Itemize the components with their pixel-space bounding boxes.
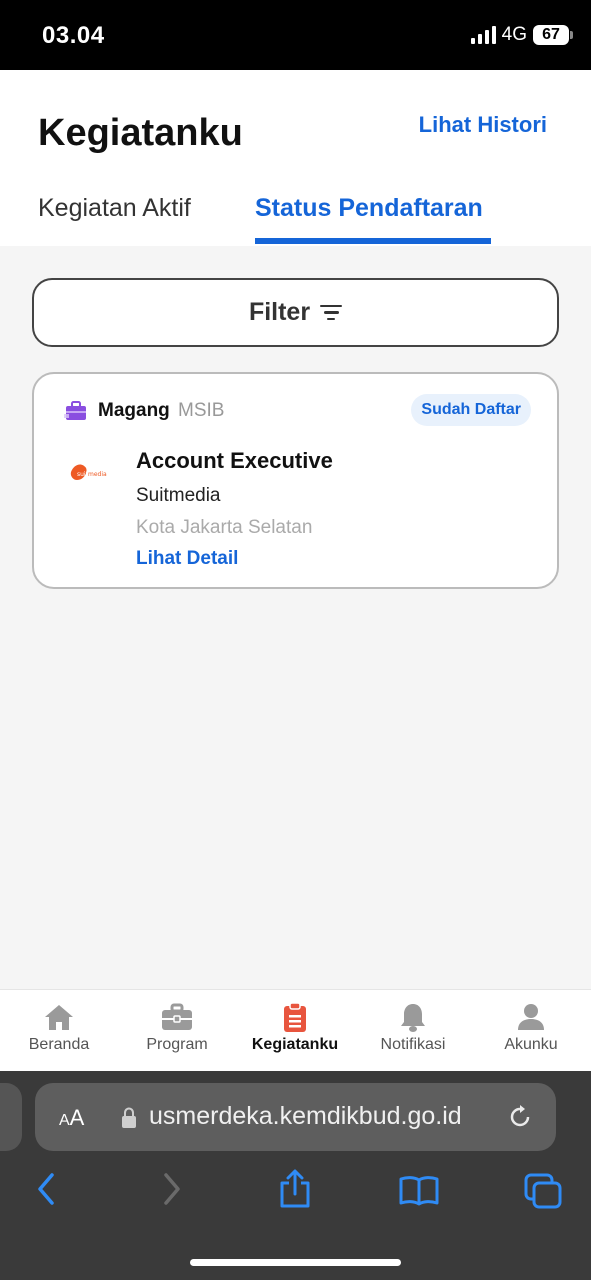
home-icon: [45, 1005, 73, 1030]
reload-icon[interactable]: [506, 1103, 534, 1131]
history-link[interactable]: Lihat Histori: [419, 112, 547, 138]
tab-status-pendaftaran[interactable]: Status Pendaftaran: [255, 194, 483, 223]
svg-text:suit: suit: [77, 471, 89, 478]
clipboard-icon: [284, 1002, 306, 1032]
network-type: 4G: [501, 24, 527, 45]
share-icon[interactable]: [277, 1169, 313, 1209]
url-text: usmerdeka.kemdikbud.go.id: [149, 1102, 462, 1130]
filter-label: Filter: [248, 298, 311, 326]
lock-icon: [122, 1107, 136, 1128]
address-bar[interactable]: AA usmerdeka.kemdikbud.go.id: [35, 1083, 556, 1151]
battery-level: 67: [542, 26, 560, 43]
company-name: Suitmedia: [136, 485, 221, 506]
nav-label: Program: [146, 1036, 208, 1053]
company-logo: suit media: [70, 464, 107, 480]
category-program: MSIB: [178, 400, 225, 421]
briefcase-icon: [64, 401, 86, 420]
bookmarks-icon[interactable]: [399, 1175, 439, 1207]
page-title: Kegiatanku: [38, 112, 243, 154]
nav-item-kegiatanku[interactable]: Kegiatanku: [236, 990, 354, 1072]
nav-label: Notifikasi: [380, 1036, 446, 1053]
nav-item-program[interactable]: Program: [118, 990, 236, 1072]
tabs-icon[interactable]: [524, 1173, 562, 1209]
text-size-button[interactable]: AA: [59, 1105, 84, 1131]
status-badge: Sudah Daftar: [411, 394, 531, 426]
back-icon[interactable]: [34, 1171, 58, 1207]
page-header: Kegiatanku Lihat Histori Kegiatan Aktif …: [0, 70, 591, 246]
nav-item-notifikasi[interactable]: Notifikasi: [354, 990, 472, 1072]
nav-item-beranda[interactable]: Beranda: [0, 990, 118, 1072]
active-tab-indicator: [255, 238, 491, 244]
status-bar: 03.04 4G 67: [0, 0, 591, 70]
filter-lines-icon: [320, 304, 343, 321]
signal-icon: [470, 26, 496, 44]
battery-icon: 67: [533, 25, 573, 45]
tab-kegiatan-aktif[interactable]: Kegiatan Aktif: [38, 194, 191, 223]
forward-icon[interactable]: [160, 1171, 184, 1207]
filter-button[interactable]: Filter: [32, 278, 559, 347]
bell-icon: [401, 1004, 425, 1032]
bottom-navigation: Beranda Program Kegiatanku Notifikasi Ak…: [0, 989, 591, 1071]
job-title: Account Executive: [136, 448, 333, 473]
nav-label: Akunku: [504, 1036, 558, 1053]
briefcase-icon: [162, 1003, 192, 1030]
nav-item-akunku[interactable]: Akunku: [472, 990, 590, 1072]
category-label: Magang: [98, 400, 170, 421]
home-indicator[interactable]: [190, 1259, 401, 1266]
activity-card[interactable]: Magang MSIB Sudah Daftar suit media Acco…: [32, 372, 559, 589]
nav-label: Kegiatanku: [251, 1036, 339, 1053]
user-icon: [518, 1004, 544, 1030]
job-location: Kota Jakarta Selatan: [136, 517, 313, 538]
previous-tab-preview[interactable]: [0, 1083, 22, 1151]
status-badge-label: Sudah Daftar: [421, 401, 521, 418]
svg-text:media: media: [88, 471, 107, 478]
status-indicators: 4G 67: [470, 24, 573, 46]
nav-label: Beranda: [28, 1036, 90, 1053]
status-time: 03.04: [42, 22, 105, 49]
browser-chrome: AA usmerdeka.kemdikbud.go.id: [0, 1071, 591, 1280]
view-detail-link[interactable]: Lihat Detail: [136, 548, 238, 570]
